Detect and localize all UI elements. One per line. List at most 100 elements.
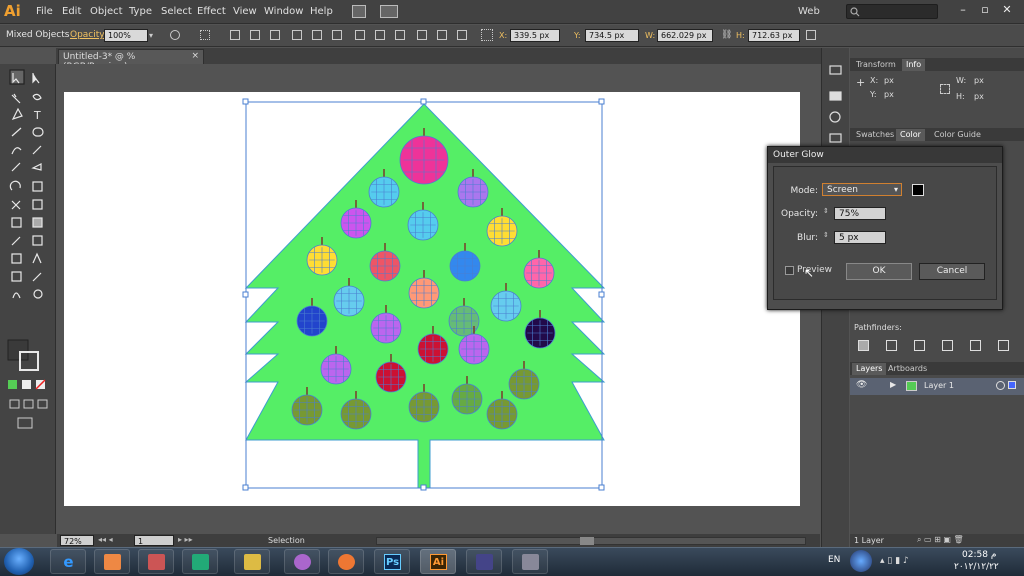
distribute-right-icon[interactable]	[457, 30, 467, 40]
distribute-left-icon[interactable]	[417, 30, 427, 40]
align-middle-icon[interactable]	[312, 30, 322, 40]
minimize-button[interactable]: –	[953, 2, 973, 19]
transform-options-icon[interactable]	[806, 30, 816, 40]
align-center-icon[interactable]	[250, 30, 260, 40]
reference-point-icon[interactable]	[200, 30, 210, 40]
preview-label[interactable]: Preview	[797, 265, 832, 275]
trim-icon[interactable]	[998, 340, 1009, 351]
layer-name[interactable]: Layer 1	[924, 381, 954, 390]
mode-select[interactable]: Screen ▾	[822, 183, 902, 196]
tab-artboards[interactable]: Artboards	[884, 363, 931, 375]
start-button[interactable]	[4, 548, 34, 575]
taskbar-illustrator[interactable]: Ai	[420, 549, 456, 574]
info-y-value: px	[884, 90, 894, 99]
blur-stepper-icon[interactable]: ⇕	[823, 231, 829, 239]
exclude-icon[interactable]	[942, 340, 953, 351]
align-top-icon[interactable]	[292, 30, 302, 40]
taskbar-app11[interactable]	[512, 549, 548, 574]
constrain-proportions-icon[interactable]: ⛓	[721, 31, 732, 41]
tab-layers[interactable]: Layers	[852, 363, 887, 375]
taskbar-hp[interactable]	[182, 549, 218, 574]
menu-help[interactable]: Help	[310, 6, 333, 17]
preview-checkbox[interactable]	[785, 266, 794, 275]
tab-swatches[interactable]: Swatches	[852, 129, 898, 141]
distribute-bottom-icon[interactable]	[395, 30, 405, 40]
dimensions-icon	[940, 84, 950, 94]
visibility-eye-icon[interactable]: 👁	[856, 380, 867, 390]
layer-selection-indicator[interactable]	[1008, 381, 1016, 389]
menu-object[interactable]: Object	[90, 6, 123, 17]
expand-layer-icon[interactable]: ▶	[890, 380, 896, 389]
distribute-middle-icon[interactable]	[375, 30, 385, 40]
intersect-icon[interactable]	[914, 340, 925, 351]
scrollbar-thumb[interactable]	[580, 537, 594, 545]
document-tab[interactable]: Untitled-3* @ % (RGB/Preview) ×	[58, 49, 204, 72]
menu-edit[interactable]: Edit	[62, 6, 81, 17]
workspace-switcher[interactable]: Web	[798, 6, 820, 17]
taskbar-media[interactable]	[94, 549, 130, 574]
opacity-label[interactable]: Opacity:	[70, 30, 107, 40]
taskbar-photoshop[interactable]: Ps	[374, 549, 410, 574]
distribute-top-icon[interactable]	[355, 30, 365, 40]
menu-view[interactable]: View	[233, 6, 257, 17]
zoom-field[interactable]: 72%	[60, 535, 94, 546]
distribute-center-icon[interactable]	[437, 30, 447, 40]
unite-icon[interactable]	[858, 340, 869, 351]
glow-color-swatch[interactable]	[912, 184, 924, 196]
taskbar-explorer[interactable]	[234, 549, 270, 574]
artboard-number-field[interactable]: 1	[134, 535, 174, 546]
tab-color[interactable]: Color	[896, 129, 925, 141]
layer-target-icon[interactable]	[996, 381, 1005, 390]
help-search-input[interactable]	[846, 4, 938, 19]
help-tray-icon[interactable]	[850, 550, 872, 572]
menu-effect[interactable]: Effect	[197, 6, 226, 17]
close-button[interactable]: ✕	[997, 2, 1017, 19]
layers-footer-icons[interactable]: ⌕ ▭ ⊞ ▣ 🗑	[917, 535, 964, 545]
menu-file[interactable]: File	[36, 6, 53, 17]
artboard-nav-prev-icon[interactable]: ◂◂ ◂	[98, 535, 113, 544]
tab-info[interactable]: Info	[902, 59, 926, 71]
divide-icon[interactable]	[970, 340, 981, 351]
taskbar-app3[interactable]	[138, 549, 174, 574]
menu-window[interactable]: Window	[264, 6, 303, 17]
y-field[interactable]: 734.5 px	[585, 29, 639, 42]
bridge-icon[interactable]	[352, 5, 366, 18]
h-field[interactable]: 712.63 px	[748, 29, 800, 42]
transform-reference-icon[interactable]	[481, 29, 493, 41]
cancel-button[interactable]: Cancel	[919, 263, 985, 280]
opacity-field[interactable]: 100%	[104, 29, 148, 42]
align-bottom-icon[interactable]	[332, 30, 342, 40]
artboard[interactable]	[64, 92, 800, 506]
align-left-icon[interactable]	[230, 30, 240, 40]
minus-front-icon[interactable]	[886, 340, 897, 351]
taskbar-app6[interactable]	[284, 549, 320, 574]
w-field[interactable]: 662.029 px	[657, 29, 713, 42]
recolor-icon[interactable]	[170, 30, 180, 40]
taskbar-app10[interactable]	[466, 549, 502, 574]
blur-input[interactable]: 5 px	[834, 231, 886, 244]
tab-color-guide[interactable]: Color Guide	[930, 129, 985, 141]
align-right-icon[interactable]	[270, 30, 280, 40]
x-field[interactable]: 339.5 px	[510, 29, 560, 42]
taskbar-ie[interactable]: e	[50, 549, 86, 574]
artwork[interactable]	[64, 92, 800, 506]
taskbar-firefox[interactable]	[328, 549, 364, 574]
status-tool-label[interactable]: Selection	[268, 536, 305, 545]
clock-date[interactable]: ٢٠١٢/١٢/٢٢	[954, 562, 999, 572]
menu-type[interactable]: Type	[129, 6, 152, 17]
arrange-documents-icon[interactable]	[380, 5, 398, 18]
maximize-button[interactable]: ▫	[975, 2, 995, 19]
ok-button[interactable]: OK	[846, 263, 912, 280]
opacity-input-dialog[interactable]: 75%	[834, 207, 886, 220]
app-icon	[148, 554, 165, 570]
tab-transform[interactable]: Transform	[852, 59, 900, 71]
opacity-dropdown-icon[interactable]: ▾	[149, 31, 159, 41]
menu-select[interactable]: Select	[161, 6, 192, 17]
tray-icons[interactable]: ▴ ▯ ▮ ♪	[880, 556, 909, 566]
clock-time[interactable]: 02:58 م	[962, 550, 996, 560]
opacity-stepper-icon[interactable]: ⇕	[823, 207, 829, 215]
language-indicator[interactable]: EN	[828, 555, 840, 565]
close-tab-icon[interactable]: ×	[191, 51, 199, 61]
artboard-nav-next-icon[interactable]: ▸ ▸▸	[178, 535, 193, 544]
layer-row[interactable]: 👁 ▶ Layer 1	[850, 378, 1024, 395]
